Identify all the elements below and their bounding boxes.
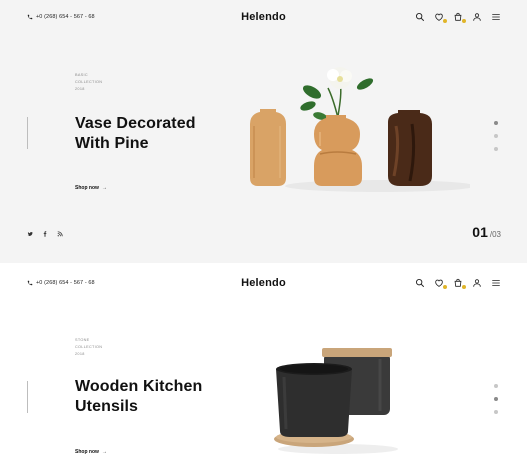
cart-badge: [462, 285, 466, 289]
slide-pagination: [494, 384, 498, 414]
utensils-image: [274, 348, 398, 454]
shop-now-link[interactable]: Shop now →: [75, 449, 107, 455]
current-slide-number: 01: [472, 224, 488, 240]
meta-line: Collection: [75, 345, 103, 349]
wishlist-icon[interactable]: [434, 278, 447, 289]
collection-meta: Stone Collection 2018: [75, 337, 102, 358]
search-icon[interactable]: [415, 278, 425, 288]
slide-title: Wooden Kitchen Utensils: [75, 377, 202, 417]
cart-badge: [462, 19, 466, 23]
meta-line: Basic: [75, 73, 88, 77]
pagination-dot[interactable]: [494, 134, 498, 138]
facebook-icon[interactable]: [42, 231, 48, 237]
shop-now-label: Shop now: [75, 185, 99, 191]
title-line: Wooden Kitchen: [75, 378, 203, 395]
rss-icon[interactable]: [57, 231, 63, 237]
wishlist-badge: [443, 19, 447, 23]
menu-icon[interactable]: [491, 278, 501, 288]
twitter-icon[interactable]: [27, 231, 33, 237]
meta-line: Stone: [75, 338, 90, 342]
pagination-dot[interactable]: [494, 384, 498, 388]
total-slides: /03: [489, 230, 501, 239]
divider-line: [27, 117, 28, 149]
hero-slide-2: +0 (268) 654 - 567 - 68 Helendo Stone Co…: [0, 263, 527, 461]
user-icon[interactable]: [472, 12, 482, 22]
pagination-dot[interactable]: [494, 410, 498, 414]
cart-icon[interactable]: [453, 12, 466, 23]
meta-line: 2018: [75, 87, 85, 91]
divider-line: [27, 381, 28, 413]
slide-title: Vase Decorated With Pine: [75, 114, 196, 154]
social-links: [27, 231, 63, 237]
hero-slide-1: +0 (268) 654 - 567 - 68 Helendo Basic Co…: [0, 0, 527, 263]
slide-counter: 01 /03: [472, 224, 501, 240]
title-line: Utensils: [75, 398, 139, 415]
arrow-right-icon: →: [101, 449, 107, 455]
site-header: +0 (268) 654 - 567 - 68 Helendo: [0, 263, 527, 301]
search-icon[interactable]: [415, 12, 425, 22]
user-icon[interactable]: [472, 278, 482, 288]
pagination-dot[interactable]: [494, 397, 498, 401]
wishlist-icon[interactable]: [434, 12, 447, 23]
cart-icon[interactable]: [453, 278, 466, 289]
site-header: +0 (268) 654 - 567 - 68 Helendo: [0, 0, 527, 38]
pagination-dot[interactable]: [494, 121, 498, 125]
menu-icon[interactable]: [491, 12, 501, 22]
collection-meta: Basic Collection 2018: [75, 72, 102, 93]
vases-image: [250, 67, 470, 192]
header-actions: [415, 12, 501, 23]
title-line: With Pine: [75, 135, 149, 152]
wishlist-badge: [443, 285, 447, 289]
shop-now-label: Shop now: [75, 449, 99, 455]
shop-now-link[interactable]: Shop now →: [75, 185, 107, 191]
title-line: Vase Decorated: [75, 115, 196, 132]
arrow-right-icon: →: [101, 185, 107, 191]
header-actions: [415, 278, 501, 289]
meta-line: 2018: [75, 352, 85, 356]
meta-line: Collection: [75, 80, 103, 84]
pagination-dot[interactable]: [494, 147, 498, 151]
slide-pagination: [494, 121, 498, 151]
